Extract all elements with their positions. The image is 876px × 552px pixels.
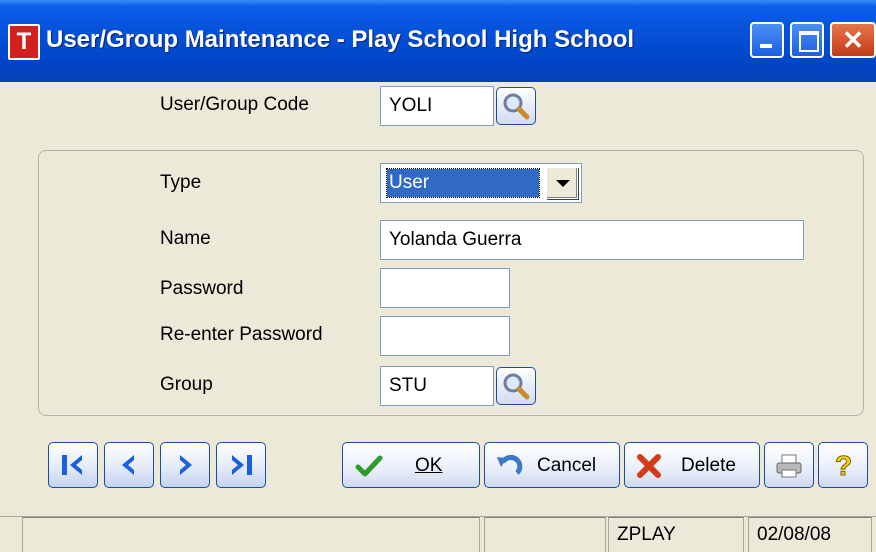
name-field[interactable]: Yolanda Guerra (380, 220, 804, 260)
type-label: Type (160, 172, 202, 193)
reenter-password-label: Re-enter Password (160, 324, 323, 345)
checkmark-icon (355, 455, 383, 477)
minimize-button[interactable] (750, 22, 784, 58)
delete-button-label: Delete (681, 455, 736, 476)
magnifier-icon (503, 93, 530, 120)
name-label: Name (160, 228, 211, 249)
status-pane-message (22, 517, 480, 552)
status-pane-company: ZPLAY (608, 517, 744, 552)
printer-icon (776, 454, 802, 478)
previous-record-button[interactable] (104, 442, 154, 488)
last-record-button[interactable] (216, 442, 266, 488)
status-pane-info (484, 517, 606, 552)
close-button[interactable]: ✕ (830, 22, 876, 58)
cancel-button[interactable]: Cancel (484, 442, 620, 488)
status-pane-date: 02/08/08 (748, 517, 872, 552)
app-icon: T (8, 24, 40, 60)
first-record-icon (62, 455, 82, 475)
delete-x-icon (637, 454, 661, 478)
next-record-icon (180, 455, 192, 475)
ok-button-label: OK (415, 455, 443, 476)
cancel-button-label: Cancel (537, 455, 597, 476)
group-label: Group (160, 374, 213, 395)
user-group-code-label: User/Group Code (160, 94, 309, 115)
group-field[interactable]: STU (380, 366, 494, 406)
first-record-button[interactable] (48, 442, 98, 488)
group-lookup-button[interactable] (496, 367, 536, 405)
maximize-button[interactable] (790, 22, 824, 58)
previous-record-icon (122, 455, 134, 475)
magnifier-icon (503, 373, 530, 400)
type-select-value: User (386, 168, 540, 198)
help-question-icon: ? (835, 451, 853, 479)
type-select[interactable]: User (380, 163, 582, 203)
status-bar: ZPLAY 02/08/08 (0, 516, 876, 552)
user-group-code-field[interactable]: YOLI (380, 86, 494, 126)
reenter-password-field[interactable] (380, 316, 510, 356)
delete-button[interactable]: Delete (624, 442, 760, 488)
password-field[interactable] (380, 268, 510, 308)
title-bar[interactable]: T User/Group Maintenance - Play School H… (0, 0, 876, 82)
help-button[interactable]: ? (818, 442, 868, 488)
user-group-maintenance-window: T User/Group Maintenance - Play School H… (0, 0, 876, 552)
ok-button[interactable]: OK (342, 442, 480, 488)
undo-icon (497, 454, 523, 475)
user-group-code-lookup-button[interactable] (496, 87, 536, 125)
close-icon: ✕ (842, 25, 864, 55)
chevron-down-icon[interactable] (546, 167, 578, 199)
last-record-icon (232, 455, 252, 475)
password-label: Password (160, 278, 244, 299)
print-button[interactable] (764, 442, 814, 488)
next-record-button[interactable] (160, 442, 210, 488)
window-title: User/Group Maintenance - Play School Hig… (46, 26, 635, 53)
svg-text:?: ? (835, 451, 852, 479)
